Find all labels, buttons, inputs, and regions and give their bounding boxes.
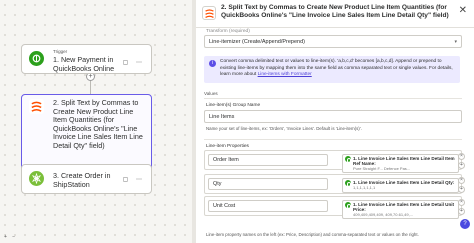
- step-title: 3. Create Order in ShipStation: [53, 171, 111, 189]
- chevron-down-icon: ▾: [454, 39, 457, 45]
- info-banner: i Convert comma delimited text or values…: [204, 56, 460, 83]
- transform-select[interactable]: Line-itemizer (Create/Append/Prepend) ▾: [204, 35, 462, 48]
- chip-label: 1. Line Invoice Line Sales Item Line Det…: [353, 156, 455, 167]
- formatter-icon: [202, 6, 216, 20]
- info-icon: i: [209, 60, 216, 67]
- divider: [204, 139, 462, 140]
- chip-value: 409,409,409,409, 409,70.61,49,...: [353, 212, 414, 217]
- panel-header: 2. Split Text by Commas to Create New Pr…: [196, 0, 474, 28]
- step-card-2[interactable]: 2. Split Text by Commas to Create New Pr…: [21, 94, 152, 172]
- group-name-input[interactable]: Line Items: [204, 110, 462, 123]
- close-icon[interactable]: ✕: [459, 5, 467, 16]
- line-items-help-link[interactable]: Line-items with Formatter: [258, 72, 312, 77]
- quickbooks-icon: [345, 156, 352, 163]
- add-property-button[interactable]: +: [458, 208, 465, 215]
- step-editor-panel: 2. Split Text by Commas to Create New Pr…: [196, 0, 474, 243]
- add-property-button[interactable]: +: [458, 162, 465, 169]
- step-card-1[interactable]: Trigger 1. New Payment in QuickBooks Onl…: [21, 44, 152, 74]
- add-property-button[interactable]: +: [458, 186, 465, 193]
- property-row-tools: × +: [458, 199, 465, 215]
- property-row: Unit Cost 1. Line Invoice Line Sales Ite…: [204, 196, 465, 220]
- chip-value: Pure Straight F... Defence Pas...: [353, 166, 411, 171]
- group-name-label: Line-item(s) Group Name: [206, 103, 261, 108]
- panel-title: 2. Split Text by Commas to Create New Pr…: [221, 4, 449, 20]
- property-row: Qty 1. Line Invoice Line Sales Item Line…: [204, 174, 465, 194]
- properties-label: Line-item Properties: [206, 144, 249, 149]
- chip-label: 1. Line Invoice Line Sales Item Line Det…: [353, 202, 455, 213]
- info-text: Convert comma delimited text or values t…: [220, 59, 453, 77]
- property-row: Order Item 1. Line Invoice Line Sales It…: [204, 150, 465, 174]
- remove-property-button[interactable]: ×: [458, 177, 465, 184]
- property-key-input[interactable]: Unit Cost: [208, 200, 328, 212]
- transform-value: Line-itemizer (Create/Append/Prepend): [209, 38, 305, 45]
- shipstation-icon: [29, 171, 44, 186]
- step-actions[interactable]: ▢ ⋯: [123, 59, 145, 66]
- group-name-value: Line Items: [209, 113, 235, 120]
- remove-property-button[interactable]: ×: [458, 199, 465, 206]
- property-key-input[interactable]: Order Item: [208, 154, 328, 166]
- divider: [204, 98, 462, 99]
- step-trigger-tag: Trigger: [53, 49, 68, 54]
- values-section-label: Values: [204, 91, 218, 96]
- property-key-input[interactable]: Qty: [208, 178, 328, 190]
- property-row-tools: × +: [458, 153, 465, 169]
- quickbooks-icon: [345, 180, 352, 187]
- quickbooks-icon: [29, 51, 44, 66]
- step-card-3[interactable]: 3. Create Order in ShipStation ▢ ⋯: [21, 164, 152, 194]
- group-name-hint: Name your set of line-items, ex: 'Orders…: [206, 126, 362, 131]
- property-row-tools: × +: [458, 177, 465, 193]
- help-button[interactable]: ?: [460, 219, 470, 229]
- remove-property-button[interactable]: ×: [458, 153, 465, 160]
- step-title: 1. New Payment in QuickBooks Online: [53, 55, 115, 73]
- step-title: 2. Split Text by Commas to Create New Pr…: [53, 98, 143, 150]
- quickbooks-icon: [345, 202, 352, 209]
- workflow-canvas: + Trigger 1. New Payment in QuickBooks O…: [0, 0, 192, 243]
- transform-label: Transform (required): [206, 29, 250, 34]
- chip-label: 1. Line Invoice Line Sales Item Line Det…: [353, 180, 455, 185]
- mapped-field-chip[interactable]: 1. Line Invoice Line Sales Item Line Det…: [342, 178, 459, 193]
- mapped-field-chip[interactable]: 1. Line Invoice Line Sales Item Line Det…: [342, 154, 459, 174]
- step-actions[interactable]: ▢ ⋯: [123, 176, 145, 183]
- chip-value: 1,1,1,1,1,1,1: [353, 186, 376, 191]
- zoom-controls[interactable]: + −: [4, 234, 17, 240]
- properties-hint: Line-item property names on the left (ex…: [206, 232, 419, 237]
- mapped-field-chip[interactable]: 1. Line Invoice Line Sales Item Line Det…: [342, 200, 459, 220]
- formatter-icon: [29, 99, 44, 114]
